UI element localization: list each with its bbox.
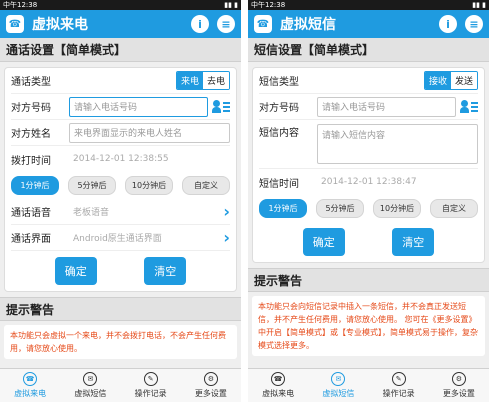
- chevron-right-icon: ›: [223, 202, 230, 221]
- status-bar: 中午12:38 ▮▮ ▮: [248, 0, 489, 10]
- outgoing-option[interactable]: 去电: [202, 72, 229, 89]
- number-label: 对方号码: [11, 103, 51, 114]
- phone-icon: ☎: [23, 372, 38, 386]
- call-settings-card: 通话类型 来电 去电 对方号码 请输入电话号码 对方姓名 来电界面显示的来电人姓…: [4, 67, 237, 292]
- caller-name-input[interactable]: 来电界面显示的来电人姓名: [69, 122, 230, 143]
- call-screen: 中午12:38 ▮▮ ▮ ☎ 虚拟来电 i ≡ 通话设置【简单模式】 通话类型 …: [0, 0, 241, 402]
- page-title: 虚拟来电: [32, 17, 88, 33]
- settings-icon: ⚙: [203, 372, 218, 386]
- clear-button[interactable]: 清空: [392, 228, 435, 256]
- status-indicators: ▮▮ ▮: [224, 1, 238, 9]
- title-bar: ☎ 虚拟来电 i ≡: [0, 10, 241, 38]
- section-title: 短信设置【简单模式】: [248, 38, 489, 62]
- call-type-label: 通话类型: [11, 77, 51, 88]
- incoming-option[interactable]: 来电: [176, 72, 203, 89]
- nav-label: 虚拟短信: [74, 389, 107, 398]
- info-icon[interactable]: i: [439, 15, 457, 33]
- chip-10min[interactable]: 10分钟后: [125, 176, 173, 195]
- sms-time-label: 短信时间: [259, 178, 299, 190]
- chip-1min[interactable]: 1分钟后: [259, 199, 307, 218]
- delay-chips: 1分钟后 5分钟后 10分钟后 自定义: [11, 172, 230, 199]
- sms-type-label: 短信类型: [259, 77, 299, 88]
- contacts-picker-icon[interactable]: [212, 97, 230, 116]
- voice-label: 通话语音: [11, 208, 51, 219]
- nav-more-settings[interactable]: ⚙ 更多设置: [429, 369, 489, 402]
- sms-settings-icon[interactable]: ≡: [465, 15, 483, 33]
- call-ui-value: Android原生通话界面: [73, 234, 162, 244]
- dial-time-label: 拨打时间: [11, 155, 51, 167]
- chip-5min[interactable]: 5分钟后: [316, 199, 364, 218]
- warning-title: 提示警告: [248, 268, 489, 292]
- message-icon: ✉: [83, 372, 98, 386]
- page-title: 虚拟短信: [280, 17, 336, 33]
- nav-label: 虚拟来电: [262, 389, 295, 398]
- nav-records[interactable]: ✎ 操作记录: [121, 369, 181, 402]
- receive-option[interactable]: 接收: [424, 72, 451, 89]
- confirm-button[interactable]: 确定: [54, 257, 97, 285]
- nav-label: 操作记录: [134, 389, 167, 398]
- phone-number-input[interactable]: 请输入电话号码: [69, 96, 208, 117]
- nav-fake-sms[interactable]: ✉ 虚拟短信: [308, 369, 368, 402]
- sms-settings-card: 短信类型 接收 发送 对方号码 请输入电话号码 短信内容 请输入短信内容 短信时…: [252, 67, 485, 263]
- chevron-right-icon: ›: [223, 228, 230, 247]
- chip-1min[interactable]: 1分钟后: [11, 176, 59, 195]
- call-ui-row[interactable]: 通话界面 Android原生通话界面 ›: [11, 225, 230, 251]
- app-logo-icon: ☎: [254, 15, 272, 33]
- chip-10min[interactable]: 10分钟后: [373, 199, 421, 218]
- clear-button[interactable]: 清空: [144, 257, 187, 285]
- nav-label: 更多设置: [442, 389, 475, 398]
- bottom-nav: ☎ 虚拟来电 ✉ 虚拟短信 ✎ 操作记录 ⚙ 更多设置: [248, 368, 489, 402]
- send-option[interactable]: 发送: [450, 72, 477, 89]
- warning-text: 本功能只会向短信记录中插入一条短信，并不会真正发送短信，并不产生任何费用，请您放…: [252, 296, 485, 356]
- sms-content-label: 短信内容: [259, 128, 299, 139]
- number-label: 对方号码: [259, 103, 299, 114]
- app-logo-icon: ☎: [6, 15, 24, 33]
- nav-records[interactable]: ✎ 操作记录: [369, 369, 429, 402]
- delay-chips: 1分钟后 5分钟后 10分钟后 自定义: [259, 195, 478, 222]
- phone-number-input[interactable]: 请输入电话号码: [317, 96, 456, 117]
- settings-icon: ⚙: [451, 372, 466, 386]
- title-bar: ☎ 虚拟短信 i ≡: [248, 10, 489, 38]
- warning-title: 提示警告: [0, 297, 241, 321]
- record-icon: ✎: [391, 372, 406, 386]
- bottom-nav: ☎ 虚拟来电 ✉ 虚拟短信 ✎ 操作记录 ⚙ 更多设置: [0, 368, 241, 402]
- nav-label: 更多设置: [194, 389, 227, 398]
- nav-fake-sms[interactable]: ✉ 虚拟短信: [60, 369, 120, 402]
- sms-type-toggle[interactable]: 接收 发送: [423, 71, 478, 90]
- nav-label: 虚拟短信: [322, 389, 355, 398]
- confirm-button[interactable]: 确定: [302, 228, 345, 256]
- voice-value: 老板语音: [73, 208, 110, 218]
- status-time: 中午12:38: [251, 1, 286, 9]
- sms-settings-icon[interactable]: ≡: [217, 15, 235, 33]
- nav-fake-call[interactable]: ☎ 虚拟来电: [248, 369, 308, 402]
- contacts-picker-icon[interactable]: [460, 97, 478, 116]
- record-icon: ✎: [143, 372, 158, 386]
- nav-label: 操作记录: [382, 389, 415, 398]
- info-icon[interactable]: i: [191, 15, 209, 33]
- nav-label: 虚拟来电: [14, 389, 47, 398]
- nav-more-settings[interactable]: ⚙ 更多设置: [181, 369, 241, 402]
- chip-custom[interactable]: 自定义: [182, 176, 230, 195]
- caller-name-label: 对方姓名: [11, 129, 51, 140]
- sms-content-input[interactable]: 请输入短信内容: [317, 124, 478, 164]
- status-time: 中午12:38: [3, 1, 38, 9]
- sms-screen: 中午12:38 ▮▮ ▮ ☎ 虚拟短信 i ≡ 短信设置【简单模式】 短信类型 …: [248, 0, 489, 402]
- sms-time-value[interactable]: 2014-12-01 12:38:47: [317, 177, 417, 187]
- status-indicators: ▮▮ ▮: [472, 1, 486, 9]
- warning-text: 本功能只会虚拟一个来电，并不会拨打电话，不会产生任何费用，请您放心使用。: [4, 325, 237, 359]
- dial-time-value[interactable]: 2014-12-01 12:38:55: [69, 154, 169, 164]
- phone-icon: ☎: [271, 372, 286, 386]
- status-bar: 中午12:38 ▮▮ ▮: [0, 0, 241, 10]
- call-type-toggle[interactable]: 来电 去电: [175, 71, 230, 90]
- message-icon: ✉: [331, 372, 346, 386]
- nav-fake-call[interactable]: ☎ 虚拟来电: [0, 369, 60, 402]
- chip-5min[interactable]: 5分钟后: [68, 176, 116, 195]
- voice-row[interactable]: 通话语音 老板语音 ›: [11, 199, 230, 225]
- chip-custom[interactable]: 自定义: [430, 199, 478, 218]
- call-ui-label: 通话界面: [11, 234, 51, 245]
- section-title: 通话设置【简单模式】: [0, 38, 241, 62]
